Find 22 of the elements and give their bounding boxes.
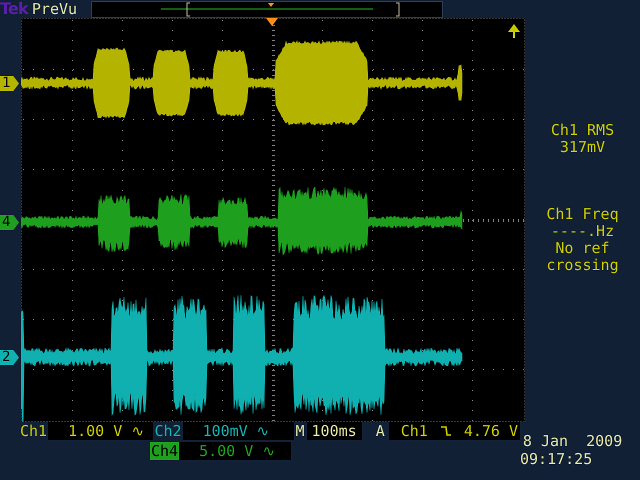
trigger-source: Ch1 (400, 422, 428, 440)
channel-label: Ch1 (19, 422, 48, 440)
timebase-label: M (296, 422, 305, 440)
timebase-readout: 100ms (306, 422, 362, 440)
channel-label: Ch4 (150, 442, 180, 460)
falling-edge-icon (440, 425, 452, 437)
trigger-level-readout: 4.76 V (464, 422, 518, 440)
acquisition-mode: PreVu (32, 0, 78, 18)
time-label: 09:17:25 (520, 450, 594, 468)
channel-scale-readout: 5.00 V ∿ (179, 442, 292, 460)
channel-marker[interactable]: 1 (0, 76, 19, 91)
measurement-readout: Ch1 Freq ----.Hz No ref crossing (546, 206, 619, 274)
date-label: 8 Jan 2009 (522, 432, 622, 450)
brand-logo: Tek (0, 0, 28, 18)
channel-scale-readout: 100mV ∿ (182, 422, 294, 440)
channel-marker[interactable]: 2 (0, 350, 19, 365)
arrow-up-icon (508, 24, 520, 38)
channel-scale-readout: 1.00 V ∿ (48, 422, 154, 440)
measurement-readout: Ch1 RMS 317mV (550, 122, 614, 156)
channel-label: Ch2 (153, 422, 183, 440)
trigger-label: A (376, 422, 385, 440)
channel-marker[interactable]: 4 (0, 215, 19, 230)
